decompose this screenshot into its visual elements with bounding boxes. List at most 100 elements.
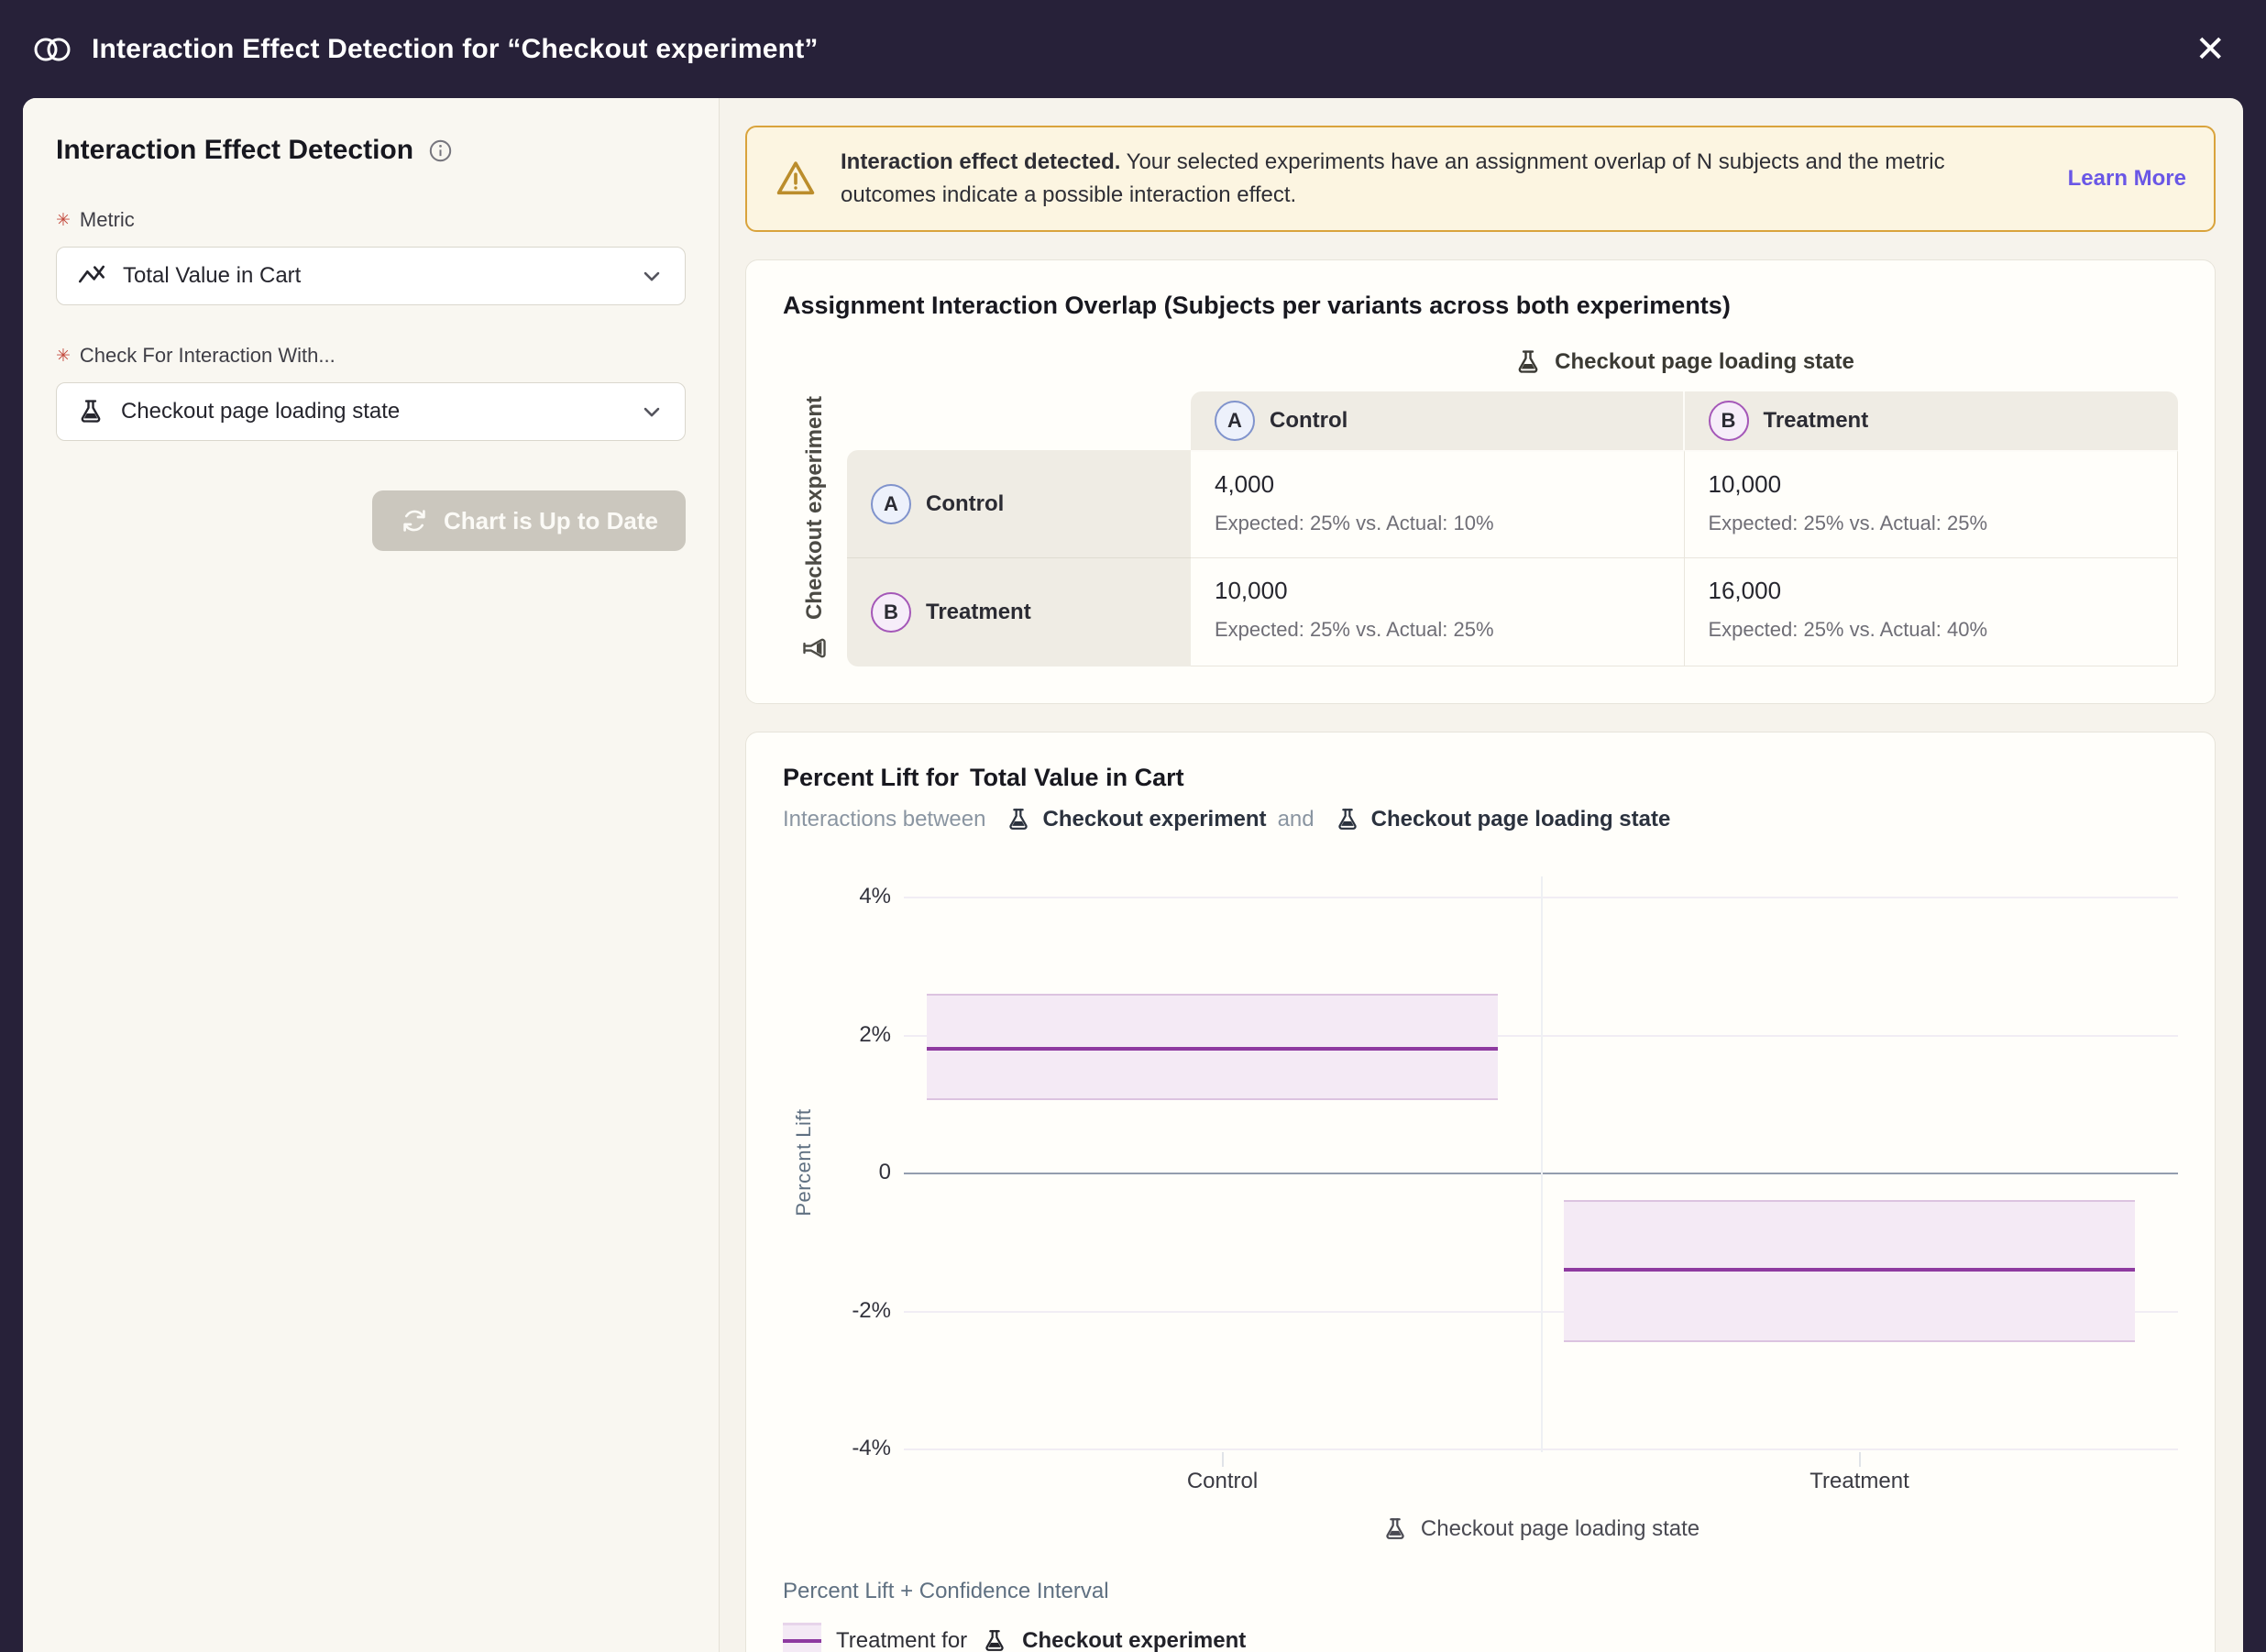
y-axis-label: Percent Lift <box>792 1108 816 1216</box>
percent-lift-chart: Percent Lift 4%2%0-2%-4% <box>783 873 2178 1452</box>
confidence-interval-swatch-icon <box>783 1623 821 1652</box>
row-header-treatment: B Treatment <box>847 558 1191 666</box>
flask-icon <box>77 398 104 425</box>
chart-title-metric: Total Value in Cart <box>970 764 1184 792</box>
metric-label-text: Metric <box>80 208 135 232</box>
interaction-label-text: Check For Interaction With... <box>80 344 336 368</box>
flask-icon <box>1382 1516 1408 1542</box>
settings-panel: Interaction Effect Detection ✳ Metric To… <box>23 98 720 1652</box>
chart-title: Percent Lift for Total Value in Cart <box>783 764 2178 792</box>
metric-field-label: ✳ Metric <box>56 208 686 232</box>
plot-area <box>904 873 2178 1452</box>
variant-b-badge: B <box>1709 401 1749 441</box>
cell-value: 4,000 <box>1215 470 1660 499</box>
flask-icon <box>982 1628 1007 1652</box>
chevron-down-icon <box>639 399 665 424</box>
row-experiment-axis: Checkout experiment <box>783 391 847 666</box>
results-panel: Interaction effect detected. Your select… <box>720 98 2243 1652</box>
modal-header: Interaction Effect Detection for “Checko… <box>0 0 2266 98</box>
overlap-table-card: Assignment Interaction Overlap (Subjects… <box>745 259 2216 704</box>
warning-message-bold: Interaction effect detected. <box>841 149 1120 174</box>
legend-title: Percent Lift + Confidence Interval <box>783 1579 2178 1604</box>
x-category-label: Treatment <box>1810 1469 1908 1494</box>
cell-detail: Expected: 25% vs. Actual: 25% <box>1215 618 1660 642</box>
column-experiment-text: Checkout page loading state <box>1555 349 1854 375</box>
interaction-select-value: Checkout page loading state <box>121 399 622 424</box>
required-asterisk-icon: ✳ <box>56 347 71 365</box>
y-tick-label: -4% <box>852 1436 891 1461</box>
venn-diagram-icon <box>33 35 72 64</box>
warning-message: Interaction effect detected. Your select… <box>841 146 2044 212</box>
column-header-control: A Control <box>1191 391 1685 450</box>
x-axis-category-labels: Control Treatment <box>904 1452 2178 1500</box>
cell-detail: Expected: 25% vs. Actual: 40% <box>1709 618 2154 642</box>
warning-triangle-icon <box>775 158 817 200</box>
table-cell: 4,000 Expected: 25% vs. Actual: 10% <box>1191 450 1685 558</box>
chart-subtitle: Interactions between Checkout experiment… <box>783 807 2178 832</box>
cell-value: 16,000 <box>1709 577 2154 605</box>
flask-icon <box>1514 348 1542 376</box>
y-tick-label: -2% <box>852 1298 891 1324</box>
y-axis-ticks: 4%2%0-2%-4% <box>825 873 904 1452</box>
y-tick-label: 0 <box>879 1160 891 1185</box>
variant-a-badge: A <box>871 484 911 524</box>
cell-value: 10,000 <box>1709 470 2154 499</box>
variant-a-badge: A <box>1215 401 1255 441</box>
cell-value: 10,000 <box>1215 577 1660 605</box>
overlap-table-title: Assignment Interaction Overlap (Subjects… <box>783 292 2178 320</box>
percent-lift-line <box>927 1047 1498 1051</box>
row-header-control: A Control <box>847 450 1191 558</box>
chevron-down-icon <box>639 263 665 289</box>
panel-title-row: Interaction Effect Detection <box>56 135 686 166</box>
x-category-label: Control <box>1187 1469 1258 1494</box>
column-experiment-label: Checkout page loading state <box>1191 333 2178 391</box>
interaction-warning-banner: Interaction effect detected. Your select… <box>745 126 2216 232</box>
panel-title: Interaction Effect Detection <box>56 135 413 166</box>
info-icon[interactable] <box>428 138 453 163</box>
column-header-control-label: Control <box>1270 408 1348 434</box>
required-asterisk-icon: ✳ <box>56 212 71 229</box>
cell-detail: Expected: 25% vs. Actual: 10% <box>1215 512 1660 535</box>
modal-body: Interaction Effect Detection ✳ Metric To… <box>23 98 2243 1652</box>
chart-up-to-date-button[interactable]: Chart is Up to Date <box>372 490 686 551</box>
legend-entry-prefix: Treatment for <box>836 1628 967 1652</box>
metric-select-value: Total Value in Cart <box>123 263 622 289</box>
x-axis-caption: Checkout page loading state <box>904 1516 2178 1542</box>
percent-lift-card: Percent Lift for Total Value in Cart Int… <box>745 732 2216 1652</box>
table-cell: 16,000 Expected: 25% vs. Actual: 40% <box>1685 558 2179 666</box>
flask-icon <box>1335 807 1360 832</box>
chart-subtitle-experiment-1: Checkout experiment <box>1042 807 1266 832</box>
interaction-field-label: ✳ Check For Interaction With... <box>56 344 686 368</box>
category-divider-gridline <box>1541 876 1543 1452</box>
close-button[interactable]: ✕ <box>2194 31 2226 68</box>
row-header-treatment-label: Treatment <box>926 600 1031 625</box>
metric-select[interactable]: Total Value in Cart <box>56 247 686 305</box>
x-axis-caption-text: Checkout page loading state <box>1421 1516 1700 1542</box>
flask-icon <box>801 634 829 662</box>
column-header-treatment: B Treatment <box>1685 391 2179 450</box>
legend-entry-experiment: Checkout experiment <box>1022 1628 1246 1652</box>
cell-detail: Expected: 25% vs. Actual: 25% <box>1709 512 2154 535</box>
chart-subtitle-and: and <box>1278 807 1314 832</box>
overlap-table: Checkout experiment A Control B Treatmen… <box>783 391 2178 666</box>
row-experiment-text: Checkout experiment <box>802 396 828 620</box>
column-header-treatment-label: Treatment <box>1764 408 1869 434</box>
modal-title: Interaction Effect Detection for “Checko… <box>92 34 819 65</box>
table-cell: 10,000 Expected: 25% vs. Actual: 25% <box>1685 450 2179 558</box>
row-experiment-label: Checkout experiment <box>801 396 829 662</box>
table-corner-cell <box>847 391 1191 450</box>
learn-more-link[interactable]: Learn More <box>2068 166 2186 192</box>
row-header-control-label: Control <box>926 491 1004 517</box>
chart-up-to-date-label: Chart is Up to Date <box>444 507 658 535</box>
y-tick-label: 4% <box>859 884 891 909</box>
metric-icon <box>77 261 106 291</box>
interaction-select[interactable]: Checkout page loading state <box>56 382 686 441</box>
chart-title-prefix: Percent Lift for <box>783 764 959 792</box>
percent-lift-line <box>1564 1268 2135 1272</box>
refresh-icon <box>400 506 429 535</box>
chart-subtitle-experiment-2: Checkout page loading state <box>1371 807 1671 832</box>
chart-subtitle-prefix: Interactions between <box>783 807 985 832</box>
y-tick-label: 2% <box>859 1022 891 1048</box>
legend-entry: Treatment for Checkout experiment <box>783 1623 2178 1652</box>
flask-icon <box>1006 807 1031 832</box>
